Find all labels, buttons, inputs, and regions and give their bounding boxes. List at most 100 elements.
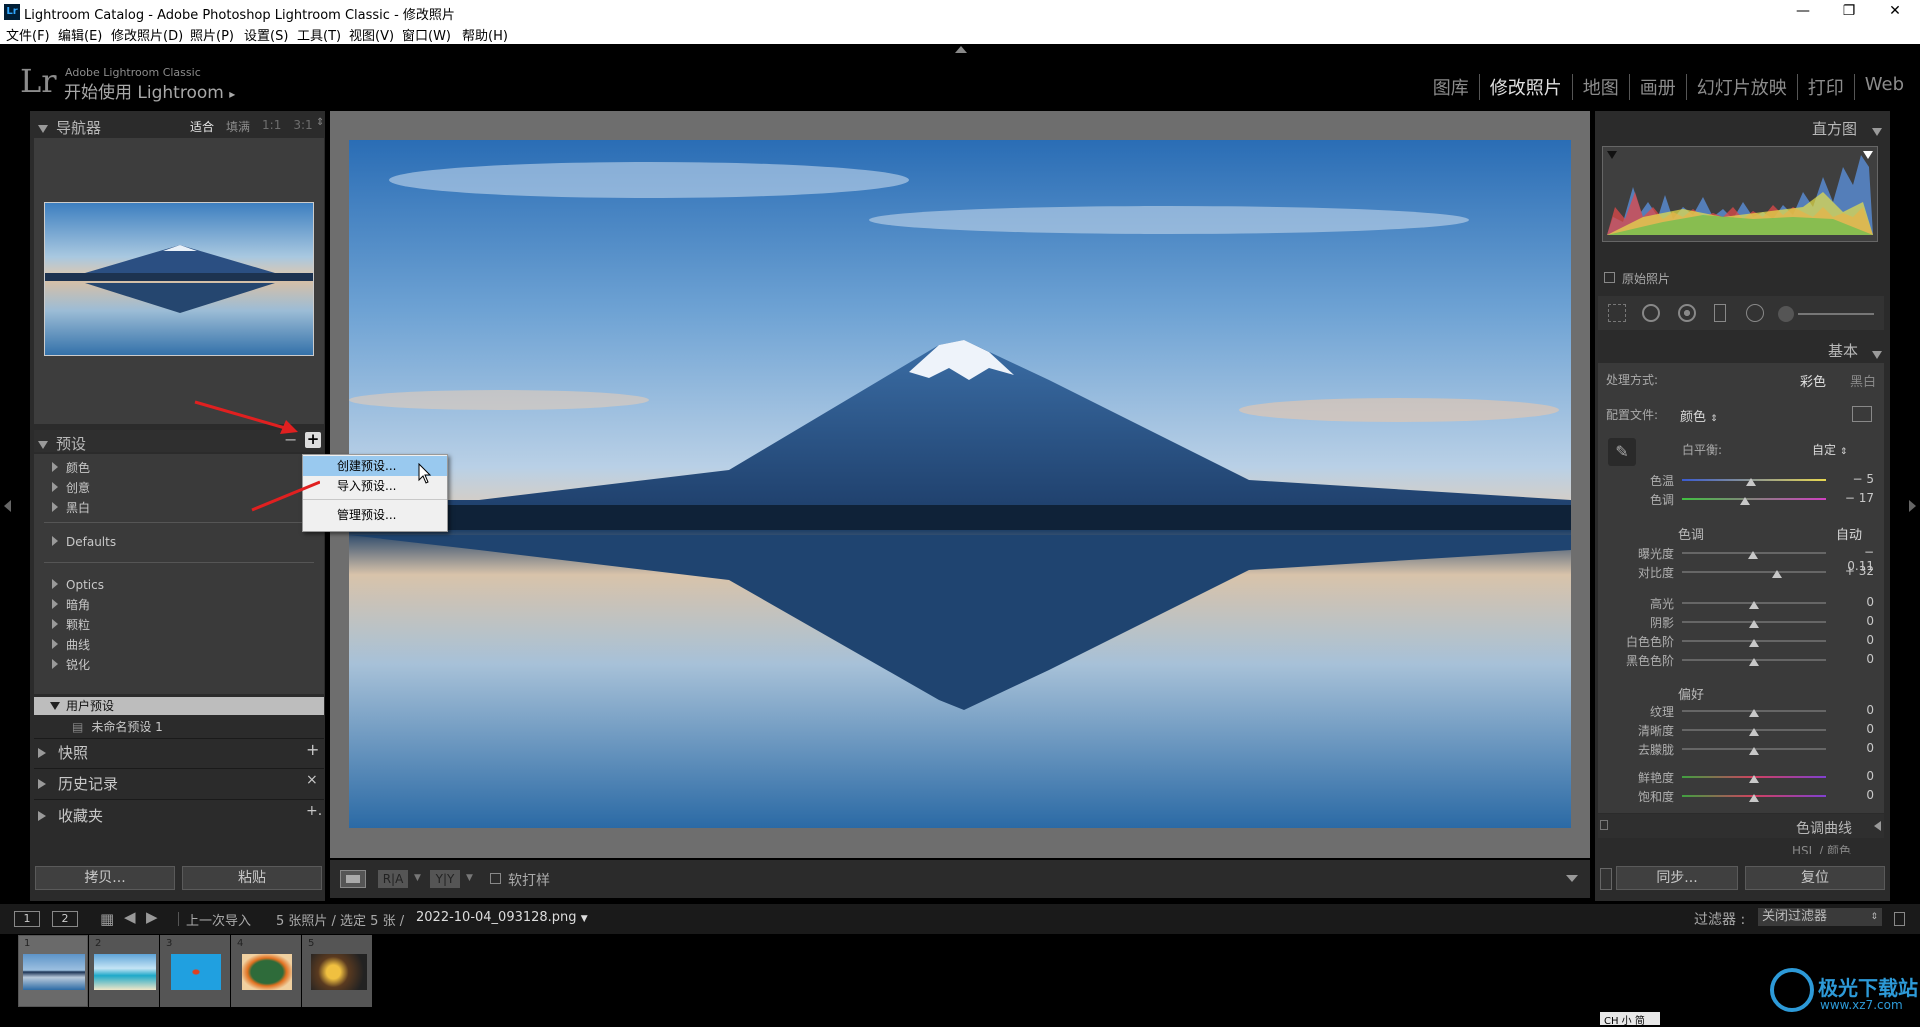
soft-proof-checkbox[interactable] <box>490 873 501 884</box>
panel-switch-icon[interactable] <box>1600 820 1608 830</box>
zoom-fill[interactable]: 填满 <box>226 118 250 135</box>
slider-knob[interactable] <box>1749 775 1759 783</box>
slider-track[interactable] <box>1682 571 1826 573</box>
grid-icon[interactable]: ▦ <box>100 910 114 928</box>
slider-knob[interactable] <box>1746 478 1757 486</box>
wb-dropdown[interactable]: 自定 ⇕ <box>1812 441 1847 458</box>
module-web[interactable]: Web <box>1853 74 1914 100</box>
filmstrip-thumb[interactable]: 2 <box>89 935 159 1007</box>
treatment-color[interactable]: 彩色 <box>1800 371 1826 390</box>
history-header[interactable]: 历史记录 <box>38 773 118 794</box>
source-label[interactable]: 上一次导入 <box>186 910 251 929</box>
graduated-filter-icon[interactable] <box>1714 304 1726 322</box>
slider-value[interactable]: 0 <box>1834 788 1874 802</box>
collapse-right-icon[interactable] <box>1909 500 1916 512</box>
original-photo-checkbox[interactable] <box>1604 272 1615 283</box>
slider-value[interactable]: − 5 <box>1834 472 1874 486</box>
slider-knob[interactable] <box>1749 794 1759 802</box>
back-icon[interactable]: ◀ <box>124 908 136 926</box>
presets-toggle[interactable]: 预设 <box>38 433 86 454</box>
filmstrip-thumb[interactable]: 1 <box>18 935 88 1007</box>
slider-knob[interactable] <box>1749 601 1759 609</box>
main-photo[interactable] <box>349 140 1571 828</box>
add-collection-button[interactable]: +. <box>306 803 322 819</box>
slider-value[interactable]: 0 <box>1834 703 1874 717</box>
filter-dropdown[interactable]: 关闭过滤器 ⇕ <box>1758 908 1882 926</box>
eyedropper-icon[interactable]: ✎ <box>1608 438 1636 466</box>
spot-removal-icon[interactable] <box>1642 304 1660 322</box>
user-preset-item[interactable]: ▤ 未命名预设 1 <box>72 718 163 735</box>
slider-value[interactable]: 0 <box>1834 741 1874 755</box>
add-snapshot-button[interactable]: + <box>306 740 319 759</box>
filmstrip-thumb[interactable]: 4 <box>231 935 301 1007</box>
screen-1-button[interactable]: 1 <box>14 911 40 927</box>
preset-group[interactable]: 黑白 <box>52 498 90 518</box>
loupe-view-icon[interactable] <box>340 870 366 888</box>
filmstrip-thumb[interactable]: 3 <box>160 935 230 1007</box>
collections-header[interactable]: 收藏夹 <box>38 805 103 826</box>
dropdown-icon[interactable]: ▼ <box>466 873 473 883</box>
menu-file[interactable]: 文件(F) <box>6 25 50 44</box>
slider-knob[interactable] <box>1747 551 1758 559</box>
filter-lock-icon[interactable] <box>1894 912 1905 926</box>
slider-knob[interactable] <box>1749 620 1759 628</box>
module-library[interactable]: 图库 <box>1423 74 1479 100</box>
navigator-thumbnail[interactable] <box>44 202 314 356</box>
slider-value[interactable]: 0 <box>1834 652 1874 666</box>
menu-settings[interactable]: 设置(S) <box>244 25 288 44</box>
slider-value[interactable]: 0 <box>1834 633 1874 647</box>
slider-knob[interactable] <box>1749 747 1759 755</box>
filename-dropdown[interactable]: 2022-10-04_093128.png ▼ <box>416 910 588 925</box>
brush-slider[interactable] <box>1798 313 1874 315</box>
preset-group[interactable]: 颗粒 <box>52 615 104 635</box>
zoom-stepper-icon[interactable]: ⇕ <box>316 117 324 128</box>
sync-button[interactable]: 同步... <box>1616 866 1738 890</box>
restore-icon[interactable]: ❐ <box>1826 0 1872 24</box>
menu-help[interactable]: 帮助(H) <box>462 25 508 44</box>
forward-icon[interactable]: ▶ <box>146 908 158 926</box>
red-eye-icon[interactable] <box>1678 304 1696 322</box>
slider-value[interactable]: 0 <box>1834 595 1874 609</box>
slider-knob[interactable] <box>1749 639 1759 647</box>
menu-tools[interactable]: 工具(T) <box>297 25 341 44</box>
slider-value[interactable]: 0 <box>1834 614 1874 628</box>
slider-knob[interactable] <box>1740 497 1751 505</box>
histogram-collapse-icon[interactable] <box>1872 121 1882 140</box>
slider-knob[interactable] <box>1749 709 1759 717</box>
zoom-1-1[interactable]: 1:1 <box>262 118 281 135</box>
module-develop[interactable]: 修改照片 <box>1478 74 1572 100</box>
preset-group[interactable]: 颜色 <box>52 458 90 478</box>
slider-value[interactable]: 0 <box>1834 769 1874 783</box>
treatment-bw[interactable]: 黑白 <box>1850 371 1876 390</box>
profile-browser-icon[interactable] <box>1852 406 1872 422</box>
module-map[interactable]: 地图 <box>1571 74 1629 100</box>
slider-knob[interactable] <box>1749 658 1759 666</box>
navigator-header[interactable]: 导航器 <box>38 117 101 138</box>
preset-group[interactable]: Defaults <box>52 535 116 549</box>
snapshots-header[interactable]: 快照 <box>38 742 88 763</box>
histogram[interactable] <box>1602 146 1878 242</box>
toolbar-menu-icon[interactable] <box>1566 875 1578 882</box>
module-print[interactable]: 打印 <box>1796 74 1854 100</box>
menu-edit[interactable]: 编辑(E) <box>58 25 102 44</box>
panel-end-icon[interactable] <box>1600 868 1612 890</box>
preset-group[interactable]: 暗角 <box>52 595 104 615</box>
zoom-fit[interactable]: 适合 <box>190 118 214 135</box>
preset-group[interactable]: 锐化 <box>52 655 104 675</box>
hsl-header[interactable]: HSL / 颜色 <box>1598 844 1884 854</box>
menu-develop[interactable]: 修改照片(D) <box>111 25 183 44</box>
clear-history-button[interactable]: × <box>306 772 318 788</box>
slider-knob[interactable] <box>1749 728 1759 736</box>
module-book[interactable]: 画册 <box>1628 74 1686 100</box>
collapse-top-icon[interactable] <box>955 46 967 53</box>
user-presets-group[interactable]: 用户预设 <box>34 697 324 715</box>
preset-group[interactable]: 曲线 <box>52 635 104 655</box>
before-after-tb-icon[interactable]: Y|Y <box>430 870 460 888</box>
minimize-icon[interactable]: — <box>1780 0 1826 24</box>
filmstrip-thumb[interactable]: 5 <box>302 935 372 1007</box>
close-icon[interactable]: ✕ <box>1872 0 1918 24</box>
before-after-lr-icon[interactable]: R|A <box>378 870 408 888</box>
slider-value[interactable]: 0 <box>1834 722 1874 736</box>
crop-icon[interactable] <box>1608 304 1626 322</box>
basic-collapse-icon[interactable] <box>1872 344 1882 363</box>
